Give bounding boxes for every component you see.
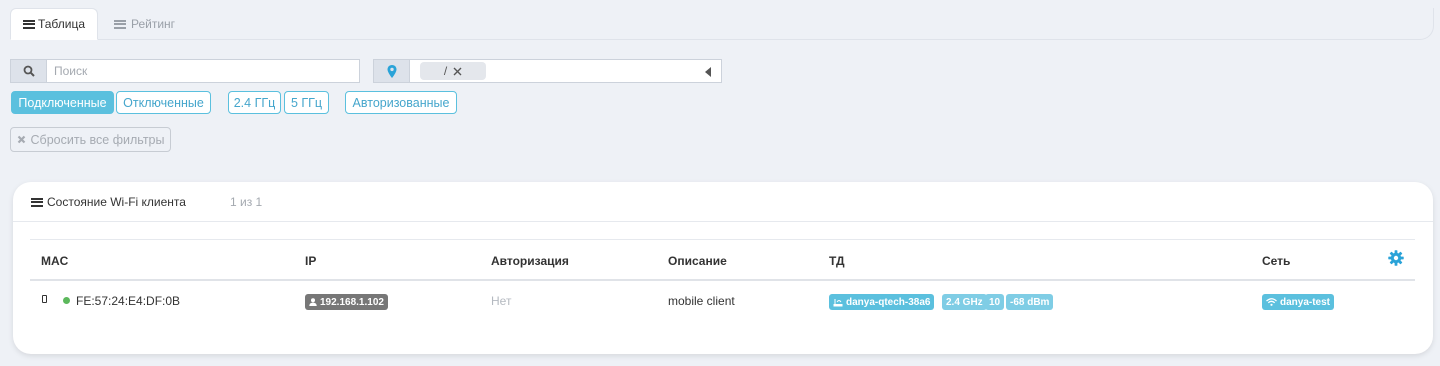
wifi-icon	[1266, 298, 1277, 306]
mobile-phone-icon	[42, 295, 47, 303]
column-mac[interactable]: MAC	[41, 254, 68, 268]
client-auth: Нет	[491, 294, 512, 308]
list-icon	[23, 19, 35, 29]
connection-status-dot	[63, 297, 70, 304]
ap-name: danya-qtech-38a6	[846, 296, 931, 308]
column-ap[interactable]: ТД	[829, 254, 845, 268]
table-row[interactable]: FE:57:24:E4:DF:0B 192.168.1.102 Нет mobi…	[30, 282, 1415, 320]
location-field[interactable]: /	[409, 59, 722, 83]
caret-left-icon[interactable]	[705, 67, 711, 77]
ap-badge[interactable]: danya-qtech-38a6	[829, 294, 935, 310]
network-badge[interactable]: danya-test	[1262, 294, 1335, 310]
table-header: MAC IP Авторизация Описание ТД Сеть	[30, 239, 1415, 281]
column-auth[interactable]: Авторизация	[491, 254, 569, 268]
client-ip-badge: 192.168.1.102	[305, 294, 388, 310]
list-icon	[114, 19, 126, 29]
map-marker-icon	[373, 59, 409, 83]
column-description[interactable]: Описание	[668, 254, 727, 268]
view-tabs: Таблица Рейтинг	[10, 8, 1434, 40]
user-icon	[309, 298, 317, 306]
reset-filters-button[interactable]: Сбросить все фильтры	[10, 127, 171, 152]
wifi-client-card: Состояние Wi-Fi клиента 1 из 1 MAC IP Ав…	[13, 182, 1433, 354]
tab-rating-label: Рейтинг	[131, 17, 176, 31]
tab-table[interactable]: Таблица	[10, 8, 98, 40]
router-icon	[833, 298, 843, 306]
client-mac: FE:57:24:E4:DF:0B	[76, 294, 181, 308]
tab-rating[interactable]: Рейтинг	[102, 8, 187, 40]
filter-band24-button[interactable]: 2.4 ГГц	[228, 91, 281, 114]
client-description: mobile client	[668, 294, 735, 308]
filter-authorized-button[interactable]: Авторизованные	[345, 91, 457, 114]
filter-band5-button[interactable]: 5 ГГц	[284, 91, 329, 114]
client-ip: 192.168.1.102	[320, 296, 384, 308]
search-icon	[10, 59, 46, 83]
search-group	[10, 59, 360, 83]
gear-icon[interactable]	[1388, 250, 1404, 266]
card-title: Состояние Wi-Fi клиента	[31, 195, 186, 209]
rssi-badge: -68 dBm	[1006, 294, 1054, 310]
search-input[interactable]	[46, 59, 360, 83]
location-chip: /	[420, 62, 486, 80]
location-chip-label: /	[443, 64, 448, 78]
record-count: 1 из 1	[230, 195, 263, 209]
card-header: Состояние Wi-Fi клиента 1 из 1	[13, 182, 1433, 222]
column-network[interactable]: Сеть	[1262, 254, 1290, 268]
list-icon	[31, 197, 43, 207]
close-icon[interactable]	[453, 67, 462, 76]
card-title-text: Состояние Wi-Fi клиента	[47, 195, 186, 209]
column-ip[interactable]: IP	[305, 254, 316, 268]
band-badge: 2.4 GHz	[942, 294, 987, 310]
times-icon	[17, 135, 25, 144]
tab-table-label: Таблица	[37, 17, 85, 31]
channel-badge: 10	[985, 294, 1005, 310]
reset-filters-label: Сбросить все фильтры	[30, 132, 165, 147]
filter-connected-button[interactable]: Подключенные	[11, 91, 114, 114]
network-name: danya-test	[1280, 296, 1331, 308]
location-select[interactable]: /	[373, 59, 722, 83]
filter-disconnected-button[interactable]: Отключенные	[116, 91, 211, 114]
